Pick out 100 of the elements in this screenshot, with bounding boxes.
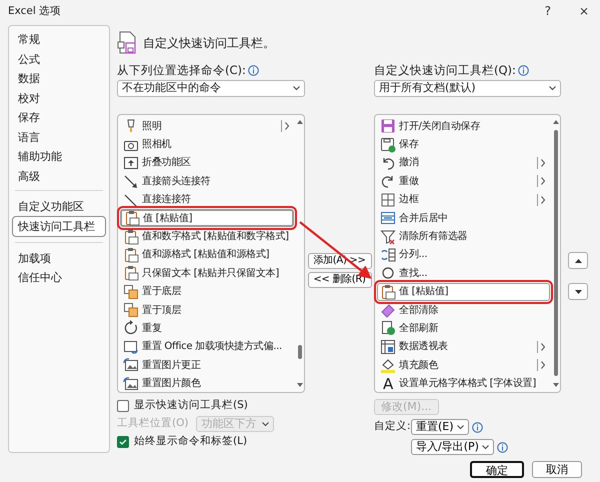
list-item[interactable]: 值和源格式 [粘贴值和源格式]: [120, 246, 294, 264]
list-item[interactable]: 值 [粘贴值]: [377, 282, 550, 301]
save-icon: [380, 118, 396, 134]
check-icon: [119, 439, 127, 445]
move-up-button[interactable]: [568, 252, 588, 269]
list-item[interactable]: 重置图片颜色: [120, 374, 294, 393]
sidebar-item[interactable]: 信任中心: [12, 267, 106, 286]
list-item[interactable]: 置于底层: [120, 282, 294, 301]
sidebar-item[interactable]: 数据: [12, 68, 106, 88]
checkbox-label: 始终显示命令和标签(L): [134, 434, 248, 450]
clipboard-icon: [123, 246, 139, 263]
font-glyph-icon: A: [380, 376, 396, 392]
sidebar-item[interactable]: 校对: [12, 88, 106, 107]
clipboard-icon: [123, 228, 139, 245]
field-label: 自定义:: [374, 419, 408, 434]
columns-icon: [380, 246, 396, 263]
close-button[interactable]: ×: [578, 0, 589, 22]
list-item[interactable]: 重置 Office 加载项快捷方式偏...: [120, 338, 294, 356]
page-title: 自定义快速访问工具栏。: [143, 35, 275, 52]
import-export-button[interactable]: 导入/导出(P): [411, 439, 494, 455]
chevron-right-icon: [541, 158, 546, 167]
info-icon: [472, 422, 483, 432]
list-item[interactable]: 重复: [120, 319, 294, 338]
chevron-down-icon: [456, 424, 464, 430]
list-item[interactable]: 直接箭头连接符: [120, 172, 294, 191]
list-item[interactable]: 边框: [377, 190, 550, 209]
eraser-icon: [380, 302, 396, 318]
window-icon: [123, 338, 139, 355]
list-item[interactable]: 照明: [120, 117, 294, 136]
layers-icon: [123, 302, 139, 318]
list-item[interactable]: 置于顶层: [120, 300, 294, 320]
list-item[interactable]: 保存: [377, 135, 550, 154]
chevron-right-icon: [541, 361, 546, 370]
clipboard-icon: [124, 210, 140, 226]
list-item[interactable]: 全部清除: [377, 300, 550, 320]
table-icon: [380, 338, 396, 355]
list-item[interactable]: 分列...: [377, 246, 550, 264]
list-item[interactable]: 只保留文本 [粘贴并只保留文本]: [120, 264, 294, 283]
clipboard-icon: [123, 265, 139, 282]
sidebar-item[interactable]: 辅助功能: [12, 146, 106, 166]
list-item[interactable]: 合并后居中: [377, 208, 550, 228]
paint-bucket-icon: [380, 357, 396, 374]
list-item[interactable]: 填充颜色: [377, 356, 550, 374]
list-item[interactable]: 清除所有筛选器: [377, 227, 550, 246]
sidebar-item[interactable]: 快速访问工具栏: [12, 216, 106, 236]
field-label: 从下列位置选择命令(C):: [117, 63, 246, 77]
triangle-up-icon: [574, 258, 582, 262]
filter-icon: [380, 228, 396, 245]
ok-button[interactable]: 确定: [470, 461, 524, 478]
window-title: Excel 选项: [8, 4, 62, 19]
list-item[interactable]: A 设置单元格字体格式 [字体设置]: [377, 374, 550, 393]
list-item[interactable]: 值 [粘贴值]: [120, 208, 294, 228]
sidebar-item[interactable]: 高级: [12, 166, 106, 185]
chevron-right-icon: [285, 122, 290, 130]
circular-arrow-icon: [123, 320, 139, 336]
clipboard-icon: [380, 284, 396, 300]
refresh-icon: [380, 320, 396, 336]
chevron-down-icon: [549, 86, 556, 91]
list-item[interactable]: 值和数字格式 [粘贴值和数字格式]: [120, 227, 294, 246]
list-item[interactable]: 撤消: [377, 154, 550, 172]
reset-button[interactable]: 重置(E): [411, 419, 469, 435]
chevron-right-icon: [541, 342, 546, 351]
list-item[interactable]: 打开/关闭自动保存: [377, 117, 550, 136]
search-icon: [380, 265, 396, 282]
diagonal-arrow-icon: [123, 173, 139, 190]
chevron-down-icon: [262, 422, 270, 426]
list-item[interactable]: 照相机: [120, 135, 294, 154]
checkbox-label: 显示快速访问工具栏(S): [134, 398, 248, 414]
field-label: 自定义快速访问工具栏(Q):: [374, 63, 516, 77]
triangle-down-icon: [574, 290, 582, 294]
layers-icon: [123, 284, 139, 300]
panel-icon: [123, 154, 139, 171]
move-down-button[interactable]: [568, 283, 588, 300]
info-icon: [248, 64, 259, 76]
image-icon: [123, 357, 139, 374]
list-item[interactable]: 数据透视表: [377, 338, 550, 356]
list-item[interactable]: 全部刷新: [377, 319, 550, 338]
list-item[interactable]: 重做: [377, 172, 550, 191]
command-source-dropdown[interactable]: 不在功能区中的命令: [117, 80, 305, 97]
sidebar-item[interactable]: 保存: [12, 107, 106, 126]
sidebar-item[interactable]: 语言: [12, 126, 106, 146]
checkbox[interactable]: [117, 400, 129, 412]
diagonal-line-icon: [123, 192, 139, 208]
list-item[interactable]: 重置图片更正: [120, 356, 294, 374]
sidebar-item[interactable]: 自定义功能区: [12, 196, 106, 216]
chevron-down-icon: [482, 444, 489, 450]
sidebar-item[interactable]: 常规: [12, 29, 106, 48]
grid-icon: [380, 192, 396, 208]
list-item[interactable]: 折叠功能区: [120, 154, 294, 172]
merge-cells-icon: [380, 210, 396, 226]
field-label: 工具栏位置(O): [117, 416, 188, 432]
help-button[interactable]: ?: [544, 0, 551, 22]
toolbar-scope-dropdown[interactable]: 用于所有文档(默认): [374, 80, 561, 97]
checkbox[interactable]: [117, 436, 129, 448]
sidebar-item[interactable]: 公式: [12, 48, 106, 68]
cancel-button[interactable]: 取消: [532, 461, 582, 478]
sidebar-item[interactable]: 加载项: [12, 248, 106, 267]
info-icon: [496, 442, 508, 452]
list-item[interactable]: 直接连接符: [120, 190, 294, 209]
list-item[interactable]: 查找...: [377, 264, 550, 283]
